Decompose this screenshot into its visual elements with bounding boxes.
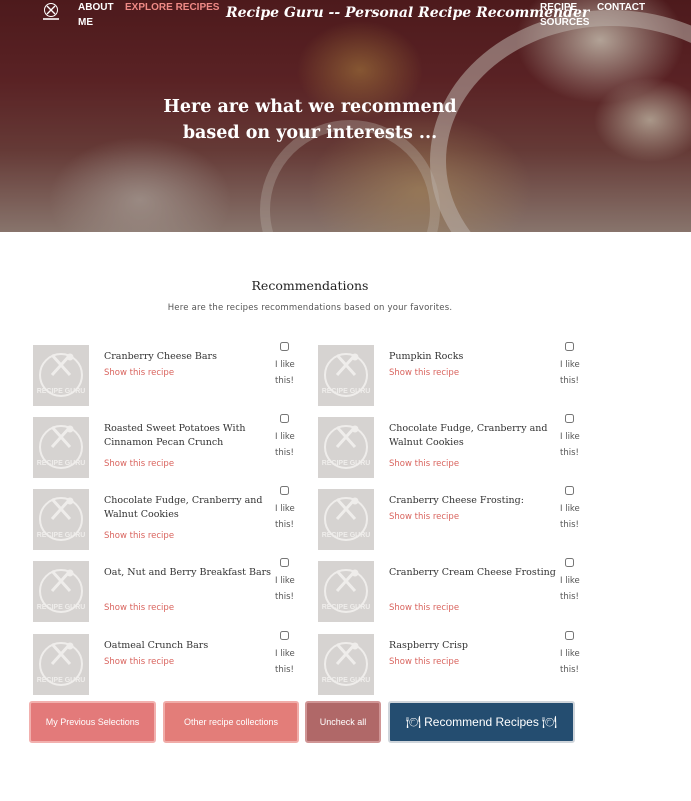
like-label: I like this! xyxy=(560,432,580,458)
like-checkbox[interactable] xyxy=(565,486,574,495)
like-checkbox[interactable] xyxy=(565,414,574,423)
show-recipe-link[interactable]: Show this recipe xyxy=(389,459,459,469)
like-checkbox[interactable] xyxy=(280,631,289,640)
recommend-recipes-button[interactable]: 🍽 Recommend Recipes 🍽 xyxy=(388,701,575,743)
recipe-card: RECIPE GURU Cranberry Cheese Bars Show thi… xyxy=(33,342,318,420)
recipe-thumbnail: RECIPE GURU xyxy=(33,417,89,478)
recipe-title: Roasted Sweet Potatoes With Cinnamon Pec… xyxy=(104,423,246,448)
recipe-card: RECIPE GURU Chocolate Fudge, Cranberry an… xyxy=(33,486,318,564)
nav-contact[interactable]: CONTACT xyxy=(597,0,645,15)
thumbnail-brand-text: RECIPE GURU xyxy=(322,388,371,395)
thumbnail-brand-text: RECIPE GURU xyxy=(37,532,86,539)
recipe-thumbnail: RECIPE GURU xyxy=(318,489,374,550)
recipe-card: RECIPE GURU Cranberry Cream Cheese Frosti… xyxy=(318,558,603,636)
show-recipe-link[interactable]: Show this recipe xyxy=(104,531,174,541)
like-label: I like this! xyxy=(275,576,295,602)
recipe-card: RECIPE GURU Roasted Sweet Potatoes With C… xyxy=(33,414,318,492)
recipe-card: RECIPE GURU Oat, Nut and Berry Breakfast … xyxy=(33,558,318,636)
like-checkbox[interactable] xyxy=(280,414,289,423)
recipe-card: RECIPE GURU Oatmeal Crunch Bars Show this … xyxy=(33,631,318,709)
other-recipe-collections-button[interactable]: Other recipe collections xyxy=(163,701,299,743)
show-recipe-link[interactable]: Show this recipe xyxy=(104,657,174,667)
thumbnail-brand-text: RECIPE GURU xyxy=(37,677,86,684)
recipe-thumbnail: RECIPE GURU xyxy=(33,345,89,406)
recipe-thumbnail: RECIPE GURU xyxy=(318,561,374,622)
thumbnail-brand-text: RECIPE GURU xyxy=(322,604,371,611)
show-recipe-link[interactable]: Show this recipe xyxy=(389,603,459,613)
like-checkbox[interactable] xyxy=(280,486,289,495)
like-label: I like this! xyxy=(560,576,580,602)
like-label: I like this! xyxy=(275,504,295,530)
recipe-thumbnail: RECIPE GURU xyxy=(318,417,374,478)
recipe-title: Cranberry Cheese Frosting: xyxy=(389,495,524,506)
thumbnail-brand-text: RECIPE GURU xyxy=(37,388,86,395)
show-recipe-link[interactable]: Show this recipe xyxy=(389,512,459,522)
site-title: Recipe Guru -- Personal Recipe Recommend… xyxy=(226,5,590,21)
recipe-thumbnail: RECIPE GURU xyxy=(318,345,374,406)
thumbnail-brand-text: RECIPE GURU xyxy=(322,460,371,467)
like-checkbox[interactable] xyxy=(565,558,574,567)
logo-icon xyxy=(43,3,59,20)
bowl-icon: 🍽 xyxy=(405,715,422,729)
recipe-title: Cranberry Cream Cheese Frosting xyxy=(389,567,556,578)
recipe-thumbnail: RECIPE GURU xyxy=(33,489,89,550)
thumbnail-brand-text: RECIPE GURU xyxy=(37,460,86,467)
like-checkbox[interactable] xyxy=(565,342,574,351)
my-previous-selections-button[interactable]: My Previous Selections xyxy=(29,701,156,743)
show-recipe-link[interactable]: Show this recipe xyxy=(389,368,459,378)
bowl-icon: 🍽 xyxy=(541,715,558,729)
recipe-thumbnail: RECIPE GURU xyxy=(33,634,89,695)
like-label: I like this! xyxy=(275,360,295,386)
recipe-thumbnail: RECIPE GURU xyxy=(318,634,374,695)
recipe-title: Oatmeal Crunch Bars xyxy=(104,640,209,651)
recipe-card: RECIPE GURU Cranberry Cheese Frosting: Sho… xyxy=(318,486,603,564)
nav-about-me[interactable]: ABOUT ME xyxy=(78,0,118,30)
site-logo[interactable] xyxy=(40,2,62,22)
show-recipe-link[interactable]: Show this recipe xyxy=(389,657,459,667)
show-recipe-link[interactable]: Show this recipe xyxy=(104,603,174,613)
recipe-thumbnail: RECIPE GURU xyxy=(33,561,89,622)
thumbnail-brand-text: RECIPE GURU xyxy=(37,604,86,611)
recommend-recipes-label: Recommend Recipes xyxy=(424,715,539,729)
recipe-card: RECIPE GURU Raspberry Crisp Show this reci… xyxy=(318,631,603,709)
recipe-card: RECIPE GURU Chocolate Fudge, Cranberry an… xyxy=(318,414,603,492)
uncheck-all-button[interactable]: Uncheck all xyxy=(305,701,381,743)
section-subtitle: Here are the recipes recommendations bas… xyxy=(167,303,453,313)
thumbnail-brand-text: RECIPE GURU xyxy=(322,677,371,684)
like-label: I like this! xyxy=(560,504,580,530)
show-recipe-link[interactable]: Show this recipe xyxy=(104,368,174,378)
like-label: I like this! xyxy=(275,432,295,458)
like-label: I like this! xyxy=(560,360,580,386)
like-checkbox[interactable] xyxy=(280,558,289,567)
recipe-title: Chocolate Fudge, Cranberry and Walnut Co… xyxy=(104,495,263,520)
like-label: I like this! xyxy=(275,649,295,675)
nav-recipe-sources[interactable]: RECIPE SOURCES xyxy=(540,0,590,30)
recipe-title: Pumpkin Rocks xyxy=(389,351,464,362)
recipe-title: Chocolate Fudge, Cranberry and Walnut Co… xyxy=(389,423,548,448)
show-recipe-link[interactable]: Show this recipe xyxy=(104,459,174,469)
like-checkbox[interactable] xyxy=(565,631,574,640)
thumbnail-brand-text: RECIPE GURU xyxy=(322,532,371,539)
recipe-title: Cranberry Cheese Bars xyxy=(104,351,217,362)
hero-banner: ABOUT ME EXPLORE RECIPES Recipe Guru -- … xyxy=(0,0,691,232)
hero-heading: Here are what we recommend based on your… xyxy=(163,97,457,143)
recipe-title: Oat, Nut and Berry Breakfast Bars xyxy=(104,567,272,578)
recipe-card: RECIPE GURU Pumpkin Rocks Show this recipe… xyxy=(318,342,603,420)
nav-explore-recipes[interactable]: EXPLORE RECIPES xyxy=(125,0,219,15)
section-title: Recommendations xyxy=(251,278,369,293)
recipe-title: Raspberry Crisp xyxy=(389,640,468,651)
like-label: I like this! xyxy=(560,649,580,675)
like-checkbox[interactable] xyxy=(280,342,289,351)
